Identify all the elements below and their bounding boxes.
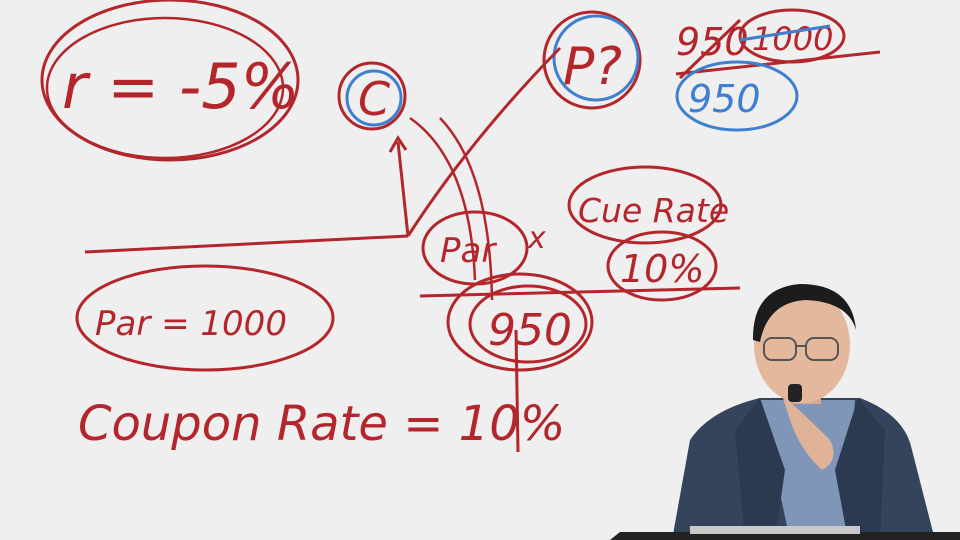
ten-percent-text: 10% bbox=[620, 247, 704, 291]
cue-rate-text: Cue Rate bbox=[578, 191, 729, 230]
whiteboard: r = -5% C P? 950 1000 950 Par x Cue Rate… bbox=[0, 0, 960, 540]
rate-change-text: r = -5% bbox=[62, 50, 300, 123]
par-equation-text: Par = 1000 bbox=[95, 304, 287, 344]
laptop-edge bbox=[690, 526, 860, 534]
price-old-text: 950 bbox=[676, 20, 749, 64]
coupon-equation-text: Coupon Rate = 10% bbox=[78, 396, 565, 452]
p-text: P? bbox=[563, 37, 622, 97]
par-text: Par bbox=[440, 231, 497, 271]
price-center-text: 950 bbox=[488, 305, 572, 356]
c-text: C bbox=[358, 72, 390, 126]
times-text: x bbox=[527, 221, 546, 256]
price-circled-text: 950 bbox=[688, 77, 761, 121]
lecture-frame: r = -5% C P? 950 1000 950 Par x Cue Rate… bbox=[0, 0, 960, 540]
price-new-text: 1000 bbox=[752, 20, 833, 58]
microphone-icon bbox=[788, 384, 802, 402]
